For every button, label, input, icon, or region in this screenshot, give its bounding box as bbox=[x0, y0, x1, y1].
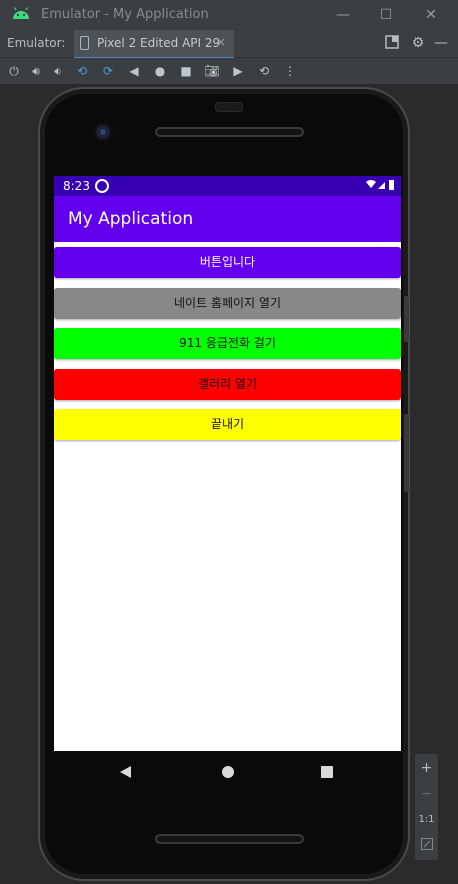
volume-up-button[interactable]: 🔊︎ bbox=[28, 62, 44, 80]
button-3[interactable]: 갤러리 열기 bbox=[54, 369, 401, 400]
gear-icon: ⚙ bbox=[411, 35, 425, 51]
tab-label: Pixel 2 Edited API 29 bbox=[97, 36, 221, 50]
rotate-right-button[interactable]: ⟳ bbox=[100, 62, 116, 80]
power-button[interactable]: ⏻ bbox=[6, 62, 22, 80]
zoom-in-button[interactable]: + bbox=[415, 756, 438, 780]
more-icon: ⋮ bbox=[284, 64, 296, 78]
app-bar: My Application bbox=[54, 196, 401, 242]
snapshot-icon: ⟲ bbox=[258, 64, 270, 78]
signal-battery-icon bbox=[366, 180, 394, 190]
zoom-controls: + − 1:1 bbox=[415, 754, 438, 860]
screenrecord-button[interactable]: ▶ bbox=[230, 62, 246, 80]
window-title: Emulator - My Application bbox=[41, 7, 209, 22]
overview-button[interactable]: ■ bbox=[178, 62, 194, 80]
settings-button[interactable]: ⚙ bbox=[410, 35, 426, 51]
window-mode-button[interactable] bbox=[384, 35, 400, 51]
overview-icon: ■ bbox=[180, 64, 192, 78]
device-screen: 8:23 My Application 버튼입니다 네이트 홈페이지 열기 91… bbox=[54, 176, 401, 751]
maximize-icon: ☐ bbox=[379, 7, 393, 23]
more-button[interactable]: ⋮ bbox=[282, 62, 298, 80]
screenshot-button[interactable]: 📷︎ bbox=[204, 62, 220, 80]
button-3-label: 갤러리 열기 bbox=[197, 377, 257, 391]
device-tabbar: Emulator: Pixel 2 Edited API 29 × ⚙ — bbox=[0, 30, 458, 59]
dnd-icon bbox=[95, 179, 109, 193]
zoom-out-button[interactable]: − bbox=[415, 782, 438, 806]
zoom-fit-button[interactable] bbox=[415, 834, 438, 858]
camera-icon: 📷︎ bbox=[204, 64, 220, 78]
back-button[interactable]: ◀ bbox=[126, 62, 142, 80]
window-mode-icon bbox=[385, 35, 399, 49]
emulator-toolbar: ⏻ 🔊︎ 🔉︎ ⟲ ⟳ ◀ ● ■ 📷︎ ▶ ⟲ ⋮ bbox=[0, 58, 458, 84]
zoom-1to1-button[interactable]: 1:1 bbox=[415, 808, 438, 832]
top-speaker bbox=[155, 127, 304, 137]
button-4[interactable]: 끝내기 bbox=[54, 409, 401, 440]
nav-home-icon[interactable] bbox=[222, 766, 234, 778]
rotate-right-icon: ⟳ bbox=[102, 64, 114, 78]
button-4-label: 끝내기 bbox=[210, 417, 245, 431]
close-icon: ✕ bbox=[425, 7, 437, 23]
button-0-label: 버튼입니다 bbox=[199, 255, 256, 269]
volume-down-icon: 🔉︎ bbox=[54, 64, 62, 78]
nav-recents-icon[interactable] bbox=[321, 766, 333, 778]
snapshot-button[interactable]: ⟲ bbox=[256, 62, 272, 80]
volume-down-button[interactable]: 🔉︎ bbox=[50, 62, 66, 80]
back-icon: ◀ bbox=[129, 64, 139, 78]
minimize-panel-icon: — bbox=[434, 35, 448, 51]
button-2[interactable]: 911 응급전화 걸기 bbox=[54, 328, 401, 359]
rotate-left-button[interactable]: ⟲ bbox=[74, 62, 90, 80]
button-2-label: 911 응급전화 걸기 bbox=[179, 336, 276, 350]
fit-screen-icon bbox=[420, 838, 433, 850]
rotate-left-icon: ⟲ bbox=[76, 64, 88, 78]
minimize-button[interactable]: — bbox=[333, 5, 353, 25]
power-icon: ⏻ bbox=[9, 64, 19, 78]
front-camera bbox=[96, 125, 110, 139]
volume-up-icon: 🔊︎ bbox=[32, 64, 40, 78]
status-bar: 8:23 bbox=[54, 176, 401, 196]
bottom-speaker bbox=[155, 834, 304, 844]
window-titlebar: Emulator - My Application — ☐ ✕ bbox=[0, 0, 458, 30]
android-nav-bar bbox=[54, 751, 401, 795]
button-0[interactable]: 버튼입니다 bbox=[54, 247, 401, 278]
volume-side-button[interactable] bbox=[404, 414, 409, 492]
minimize-icon: — bbox=[336, 7, 350, 23]
android-icon bbox=[13, 7, 29, 19]
tab-close-icon[interactable]: × bbox=[216, 35, 226, 49]
minimize-panel-button[interactable]: — bbox=[433, 35, 449, 51]
app-title: My Application bbox=[68, 209, 194, 229]
home-button[interactable]: ● bbox=[152, 62, 168, 80]
close-button[interactable]: ✕ bbox=[421, 5, 441, 25]
power-side-button[interactable] bbox=[404, 296, 409, 342]
phone-icon bbox=[80, 36, 89, 50]
button-1-label: 네이트 홈페이지 열기 bbox=[174, 296, 281, 310]
proximity-sensor bbox=[215, 102, 243, 112]
screenrecord-icon: ▶ bbox=[233, 64, 243, 78]
nav-back-icon[interactable] bbox=[120, 766, 131, 778]
status-icons bbox=[365, 178, 395, 195]
emulator-label: Emulator: bbox=[7, 36, 66, 50]
status-time: 8:23 bbox=[63, 179, 90, 193]
home-icon: ● bbox=[154, 64, 166, 78]
maximize-button[interactable]: ☐ bbox=[376, 5, 396, 25]
button-1[interactable]: 네이트 홈페이지 열기 bbox=[54, 288, 401, 319]
tab-pixel2[interactable]: Pixel 2 Edited API 29 × bbox=[74, 30, 234, 59]
